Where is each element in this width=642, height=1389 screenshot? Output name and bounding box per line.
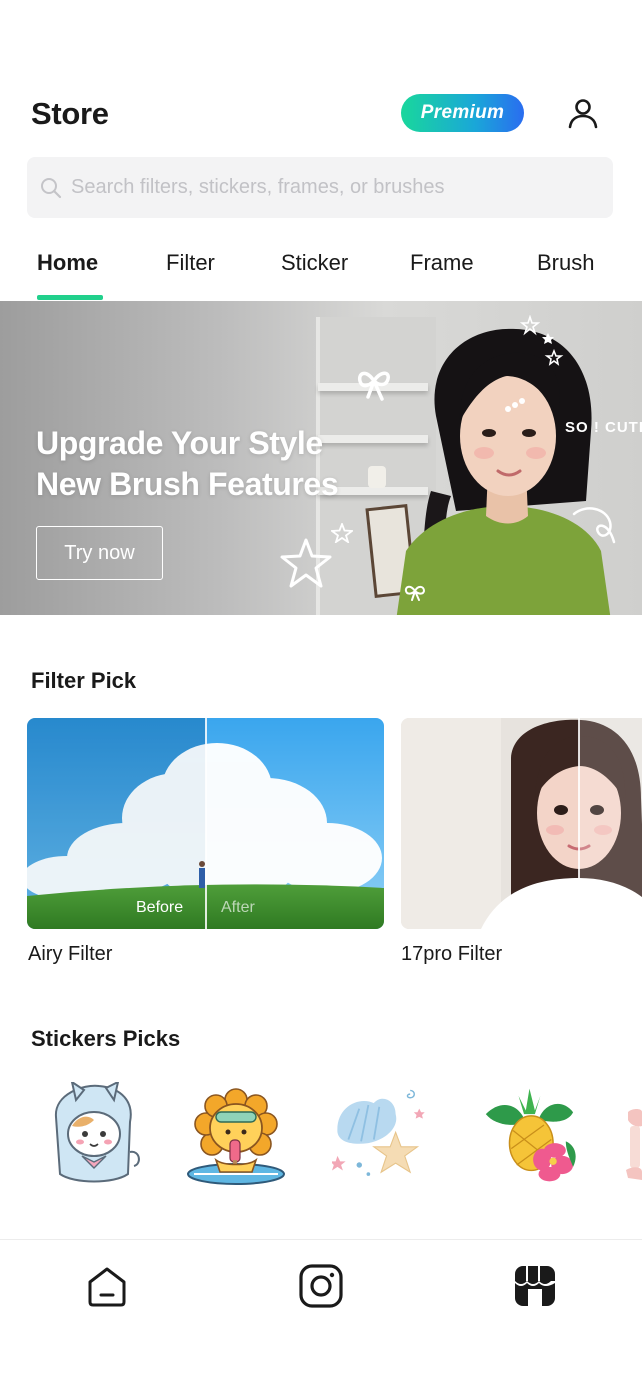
before-after-divider[interactable] [578,718,580,929]
before-label: Before [510,899,558,916]
bow-doodle-icon [404,585,426,601]
nav-instagram-button[interactable] [297,1262,345,1310]
instagram-icon [299,1264,343,1308]
tab-filter[interactable]: Filter [166,250,215,276]
banner-headline: Upgrade Your Style New Brush Features [36,423,339,505]
cat-raincoat-sticker[interactable] [44,1082,144,1188]
bow-doodle-icon [357,371,390,401]
tab-frame[interactable]: Frame [410,250,474,276]
filter-pick-title: Filter Pick [31,668,137,693]
promo-banner[interactable]: SO ! CUTE Upgrade Your Style New Brush F… [0,301,642,615]
page-title: Store [31,96,109,131]
search-input[interactable] [71,157,601,218]
stickers-picks-title: Stickers Picks [31,1026,181,1051]
after-label: After [595,899,629,916]
banner-model-image [396,328,611,615]
tab-brush[interactable]: Brush [537,250,594,276]
lion-surfboard-sticker[interactable] [186,1082,286,1188]
airy-filter-card[interactable]: Before After [27,718,384,929]
pineapple-hibiscus-sticker[interactable] [484,1082,584,1188]
search-bar[interactable] [27,157,613,218]
home-icon [88,1267,126,1307]
17pro-filter-card[interactable]: Before After [401,718,642,929]
after-label: After [221,899,255,916]
profile-icon[interactable] [566,96,600,130]
stars-doodle-icon [520,315,564,366]
banner-vase [368,466,386,488]
seashell-starfish-sticker[interactable] [332,1082,432,1188]
nav-store-button[interactable] [511,1262,559,1310]
partial-sticker[interactable] [622,1082,642,1188]
17pro-filter-name[interactable]: 17pro Filter [401,943,502,966]
17pro-filter-preview-image [401,718,642,929]
airy-filter-name[interactable]: Airy Filter [28,943,112,966]
tab-sticker[interactable]: Sticker [281,250,348,276]
star-doodle-icon [280,538,332,588]
swirl-doodle-icon [572,507,616,544]
before-after-divider[interactable] [205,718,207,929]
nav-home-button[interactable] [83,1262,131,1310]
tab-active-indicator [37,295,103,300]
before-label: Before [136,899,184,916]
search-icon [41,178,62,199]
try-now-button[interactable]: Try now [36,526,163,580]
premium-button[interactable]: Premium [401,94,524,132]
star-doodle-icon [331,523,353,543]
store-icon [515,1266,555,1306]
bottom-navigation [0,1239,642,1389]
tab-home[interactable]: Home [37,250,98,276]
category-tabs: Home Filter Sticker Frame Brush [0,240,642,302]
banner-sticker-text: SO ! CUTE [565,419,642,436]
banner-headline-line2: New Brush Features [36,466,339,502]
header: Store Premium [0,88,642,140]
banner-headline-line1: Upgrade Your Style [36,425,323,461]
